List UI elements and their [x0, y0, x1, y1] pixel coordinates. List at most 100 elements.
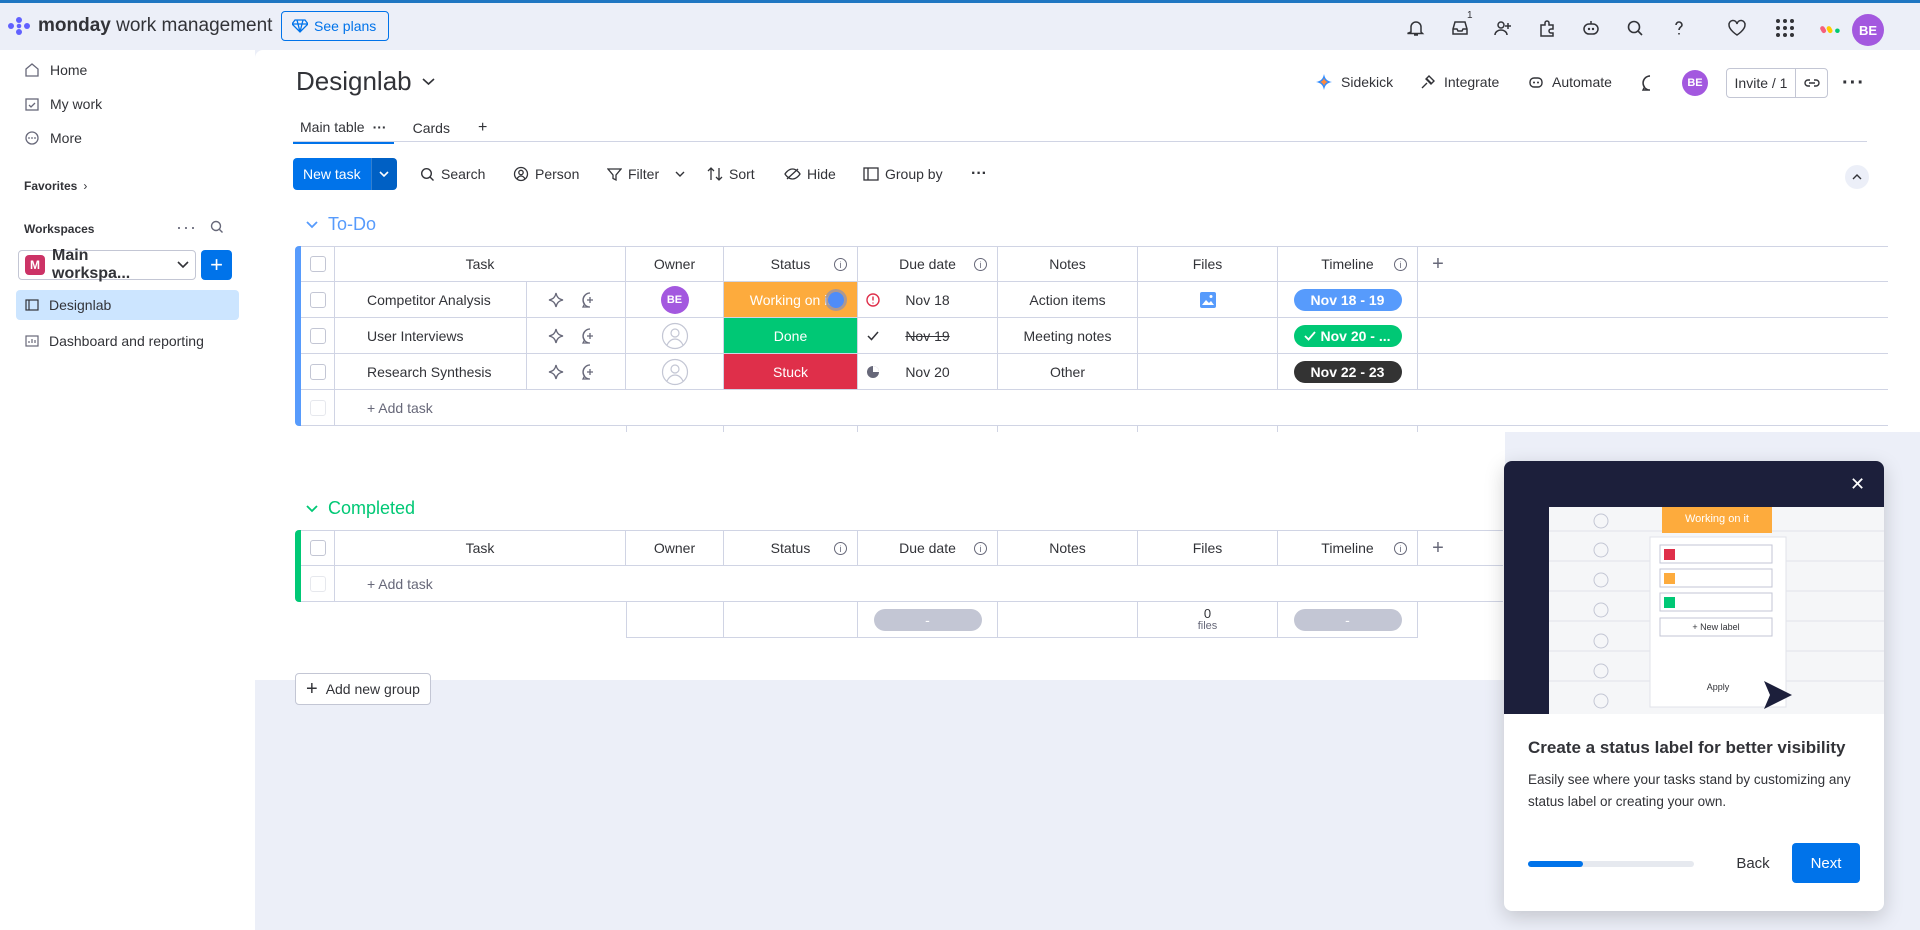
tab-main-table[interactable]: Main table ··· — [293, 112, 394, 144]
add-workspace-item-button[interactable]: + — [201, 250, 232, 280]
status-cell[interactable]: Stuck — [724, 354, 858, 390]
next-button[interactable]: Next — [1792, 843, 1860, 883]
close-icon[interactable]: ✕ — [1850, 474, 1865, 495]
apps-marketplace-icon[interactable] — [1536, 17, 1558, 39]
notes-cell[interactable]: Meeting notes — [998, 318, 1138, 354]
person-filter-button[interactable]: Person — [513, 162, 579, 186]
add-view-button[interactable]: + — [471, 112, 494, 144]
task-name[interactable]: Research Synthesis — [367, 364, 492, 380]
info-icon[interactable]: i — [1394, 542, 1407, 555]
board-owner-avatar[interactable]: BE — [1682, 70, 1708, 96]
owner-cell[interactable] — [626, 354, 724, 390]
chevron-down-icon[interactable] — [675, 171, 685, 177]
group-title-completed[interactable]: Completed — [306, 498, 415, 519]
add-new-group-button[interactable]: + Add new group — [295, 673, 431, 705]
chevron-down-icon[interactable] — [306, 220, 318, 229]
integrate-button[interactable]: Integrate — [1420, 70, 1499, 94]
board-menu-icon[interactable]: ··· — [1842, 72, 1865, 95]
see-plans-button[interactable]: See plans — [281, 11, 390, 41]
owner-cell[interactable]: BE — [626, 282, 724, 318]
tab-options-icon[interactable]: ··· — [373, 119, 387, 135]
add-column-cell[interactable]: + — [1418, 246, 1458, 282]
nav-more[interactable]: More — [24, 127, 82, 149]
task-name[interactable]: User Interviews — [367, 328, 463, 344]
task-name[interactable]: Competitor Analysis — [367, 292, 491, 308]
status-cell[interactable]: Done — [724, 318, 858, 354]
notes-cell[interactable]: Other — [998, 354, 1138, 390]
add-update-icon[interactable] — [581, 327, 599, 345]
task-cell[interactable]: User Interviews — [335, 318, 626, 354]
notes-cell[interactable]: Action items — [998, 282, 1138, 318]
ai-sparkle-icon[interactable] — [547, 363, 565, 381]
files-cell[interactable] — [1138, 318, 1278, 354]
timeline-cell[interactable]: Nov 18 - 19 — [1278, 282, 1418, 318]
add-column-cell[interactable]: + — [1418, 530, 1458, 566]
hide-button[interactable]: Hide — [784, 162, 836, 186]
info-icon[interactable]: i — [834, 258, 847, 271]
sidekick-button[interactable]: Sidekick — [1315, 70, 1393, 94]
header-checkbox-cell[interactable] — [301, 246, 335, 282]
invite-member-icon[interactable] — [1492, 17, 1514, 39]
sidebar-board-dashboard[interactable]: Dashboard and reporting — [16, 326, 239, 356]
group-by-button[interactable]: Group by — [863, 162, 943, 186]
updates-chat-icon[interactable] — [1641, 74, 1659, 92]
status-cell[interactable]: Working on it — [724, 282, 858, 318]
ai-assistant-icon[interactable] — [1580, 17, 1602, 39]
group-title-todo[interactable]: To-Do — [306, 214, 376, 235]
invite-button[interactable]: Invite / 1 — [1726, 68, 1828, 98]
add-task-input[interactable]: + Add task — [335, 390, 1888, 426]
due-date-cell[interactable]: Nov 19 — [858, 318, 998, 354]
search-icon[interactable] — [1624, 17, 1646, 39]
info-icon[interactable]: i — [1394, 258, 1407, 271]
back-button[interactable]: Back — [1723, 843, 1783, 883]
add-update-icon[interactable] — [581, 363, 599, 381]
copy-link-icon[interactable] — [1796, 77, 1827, 89]
row-checkbox[interactable] — [309, 327, 326, 344]
empty-person-icon[interactable] — [661, 358, 689, 386]
owner-avatar[interactable]: BE — [660, 285, 689, 314]
due-date-cell[interactable]: Nov 18 — [858, 282, 998, 318]
info-icon[interactable]: i — [974, 258, 987, 271]
files-cell[interactable] — [1138, 354, 1278, 390]
row-checkbox[interactable] — [309, 291, 326, 308]
board-title[interactable]: Designlab — [296, 66, 435, 97]
nav-home[interactable]: Home — [24, 59, 87, 81]
header-checkbox-cell[interactable] — [301, 530, 335, 566]
help-icon[interactable] — [1668, 17, 1690, 39]
collapse-header-button[interactable] — [1845, 165, 1869, 189]
filter-button[interactable]: Filter — [607, 162, 685, 186]
heart-icon[interactable] — [1726, 17, 1748, 39]
timeline-cell[interactable]: Nov 22 - 23 — [1278, 354, 1418, 390]
favorites-toggle[interactable]: Favorites › — [24, 179, 87, 193]
toolbar-more-icon[interactable]: ··· — [971, 162, 987, 186]
new-task-dropdown[interactable] — [370, 158, 397, 190]
chevron-down-icon[interactable] — [306, 504, 318, 513]
workspace-search-icon[interactable] — [210, 220, 224, 234]
info-icon[interactable]: i — [834, 542, 847, 555]
search-button[interactable]: Search — [420, 162, 485, 186]
new-task-button[interactable]: New task — [293, 158, 371, 190]
monday-logo[interactable]: monday work management — [6, 15, 272, 37]
due-date-range-pill[interactable]: - — [873, 608, 982, 631]
app-switcher-grid-icon[interactable] — [1774, 17, 1796, 39]
bell-icon[interactable] — [1405, 17, 1427, 39]
select-all-checkbox[interactable] — [309, 540, 326, 556]
select-all-checkbox[interactable] — [309, 256, 326, 272]
monday-products-icon[interactable] — [1820, 17, 1842, 39]
workspaces-more-icon[interactable]: ··· — [176, 217, 197, 238]
task-cell[interactable]: Competitor Analysis — [335, 282, 626, 318]
task-cell[interactable]: Research Synthesis — [335, 354, 626, 390]
nav-my-work[interactable]: My work — [24, 93, 102, 115]
ai-sparkle-icon[interactable] — [547, 291, 565, 309]
info-icon[interactable]: i — [974, 542, 987, 555]
owner-cell[interactable] — [626, 318, 724, 354]
sidebar-board-designlab[interactable]: Designlab — [16, 290, 239, 320]
ai-sparkle-icon[interactable] — [547, 327, 565, 345]
timeline-cell[interactable]: Nov 20 - ... — [1278, 318, 1418, 354]
row-checkbox[interactable] — [309, 363, 326, 380]
tab-cards[interactable]: Cards — [406, 112, 457, 144]
empty-person-icon[interactable] — [661, 322, 689, 350]
timeline-range-pill[interactable]: - — [1293, 608, 1402, 631]
due-date-cell[interactable]: Nov 20 — [858, 354, 998, 390]
user-avatar[interactable]: BE — [1852, 14, 1884, 46]
